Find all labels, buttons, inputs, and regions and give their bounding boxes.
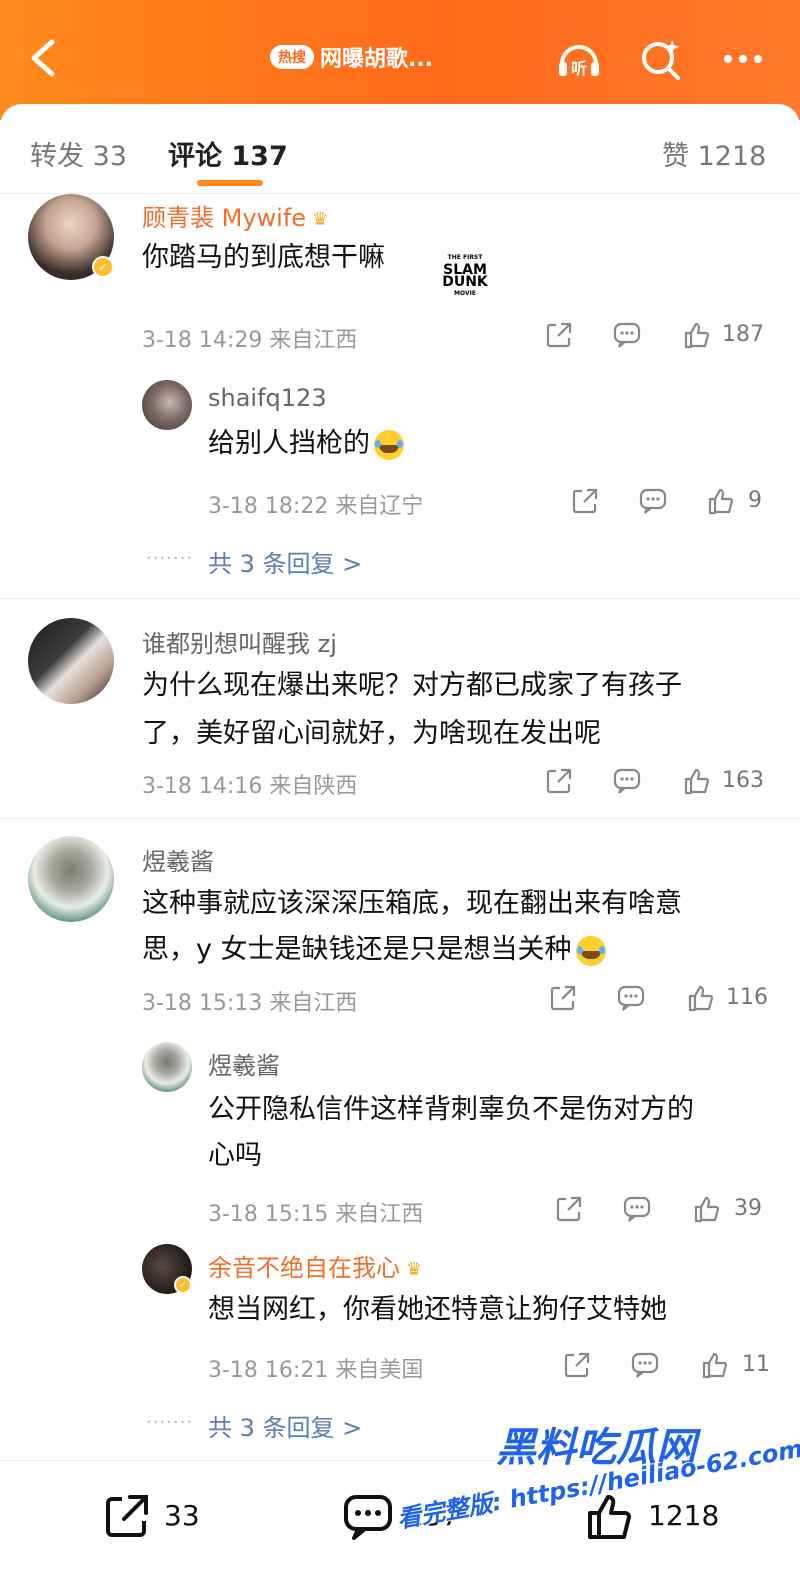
- comment-author[interactable]: 顾青裴 Mywife ♛: [142, 198, 328, 233]
- comment-text: 给别人挡枪的: [208, 420, 404, 468]
- share-icon[interactable]: [554, 1194, 584, 1224]
- tab-likes[interactable]: 赞 1218: [662, 134, 766, 173]
- tab-reposts[interactable]: 转发 33: [30, 134, 127, 173]
- avatar[interactable]: [142, 1042, 192, 1092]
- share-icon[interactable]: [562, 1350, 592, 1380]
- tab-comments[interactable]: 评论 137: [168, 134, 288, 173]
- slam-dunk-sticker: THE FIRST SLAM DUNK MOVIE: [442, 254, 488, 297]
- active-tab-indicator: [197, 180, 263, 186]
- like-count: 187: [722, 322, 764, 347]
- comment-meta: 3-18 15:13 来自江西: [142, 991, 358, 1016]
- comment-icon[interactable]: [616, 983, 646, 1013]
- comment-meta: 3-18 15:15 来自江西: [208, 1202, 424, 1227]
- comment-author[interactable]: 谁都别想叫醒我 zj: [142, 624, 337, 659]
- comment-meta: 3-18 16:21 来自美国: [208, 1358, 424, 1383]
- comment-text-line: 公开隐私信件这样背刺辜负不是伤对方的: [208, 1094, 694, 1125]
- like-icon[interactable]: [686, 983, 716, 1013]
- comment-text-line: 了，美好留心间就好，为啥现在发出呢: [142, 718, 601, 749]
- more-icon[interactable]: [718, 34, 768, 84]
- trending-topic-text: 网曝胡歌...: [320, 47, 434, 72]
- share-icon[interactable]: [100, 1491, 152, 1543]
- like-icon[interactable]: [682, 320, 712, 350]
- comment-text: 想当网红，你看她还特意让狗仔艾特她: [208, 1294, 667, 1325]
- repost-count: 33: [164, 1499, 200, 1532]
- verified-badge-icon: ✓: [92, 256, 114, 278]
- like-count: 11: [742, 1352, 770, 1377]
- hot-search-badge: 热搜: [270, 45, 314, 69]
- comment-text-line: 为什么现在爆出来呢？对方都已成家了有孩子: [142, 670, 682, 701]
- trending-search-pill[interactable]: 热搜 网曝胡歌...: [270, 37, 520, 77]
- like-count: 1218: [648, 1499, 720, 1532]
- avatar[interactable]: [28, 618, 114, 704]
- avatar[interactable]: [28, 836, 114, 922]
- avatar[interactable]: [142, 380, 192, 430]
- comment-icon[interactable]: [638, 486, 668, 516]
- comment-author[interactable]: 煜羲酱: [142, 842, 214, 877]
- search-icon[interactable]: [636, 34, 686, 84]
- share-icon[interactable]: [544, 320, 574, 350]
- verified-badge-icon: ✓: [174, 1276, 192, 1294]
- like-count: 116: [726, 985, 768, 1010]
- like-count: 9: [748, 488, 762, 513]
- like-count: 163: [722, 768, 764, 793]
- crown-icon: ♛: [406, 1258, 423, 1280]
- comment-text-line: 思，y 女士是缺钱还是只是想当关种: [142, 926, 606, 974]
- like-icon[interactable]: [700, 1350, 730, 1380]
- divider: [0, 598, 800, 599]
- comment-author[interactable]: 余音不绝自在我心 ♛: [208, 1248, 422, 1283]
- comment-text: 你踏马的到底想干嘛: [142, 242, 385, 273]
- like-icon[interactable]: [682, 766, 712, 796]
- comment-icon[interactable]: [612, 320, 642, 350]
- comment-text-line: 心吗: [208, 1140, 262, 1171]
- share-icon[interactable]: [548, 983, 578, 1013]
- listen-icon[interactable]: 听: [554, 34, 604, 84]
- thread-dots: ·······: [146, 548, 194, 569]
- view-replies-link[interactable]: 共 3 条回复 >: [208, 1408, 362, 1443]
- comment-meta: 3-18 14:29 来自江西: [142, 328, 358, 353]
- comment-text-line: 这种事就应该深深压箱底，现在翻出来有啥意: [142, 888, 682, 919]
- divider: [0, 818, 800, 819]
- back-icon[interactable]: [22, 34, 66, 82]
- crown-icon: ♛: [312, 208, 329, 230]
- comment-meta: 3-18 18:22 来自辽宁: [208, 494, 424, 519]
- comment-author[interactable]: 煜羲酱: [208, 1046, 280, 1081]
- like-icon[interactable]: [706, 486, 736, 516]
- like-icon[interactable]: [692, 1194, 722, 1224]
- comment-icon[interactable]: [342, 1491, 394, 1543]
- comment-icon[interactable]: [612, 766, 642, 796]
- like-count: 39: [734, 1196, 762, 1221]
- listen-label: 听: [571, 59, 587, 78]
- comment-author[interactable]: shaifq123: [208, 384, 327, 412]
- laugh-emoji-icon: [374, 429, 404, 460]
- comment-icon[interactable]: [630, 1350, 660, 1380]
- view-replies-link[interactable]: 共 3 条回复 >: [208, 544, 362, 579]
- comment-icon[interactable]: [622, 1194, 652, 1224]
- share-icon[interactable]: [544, 766, 574, 796]
- top-bar: 热搜 网曝胡歌... 听: [0, 0, 800, 120]
- laugh-emoji-icon: [575, 935, 606, 966]
- tab-bar: 转发 33 评论 137 赞 1218: [0, 104, 800, 194]
- comment-meta: 3-18 14:16 来自陕西: [142, 774, 358, 799]
- share-icon[interactable]: [570, 486, 600, 516]
- thread-dots: ·······: [146, 1412, 194, 1433]
